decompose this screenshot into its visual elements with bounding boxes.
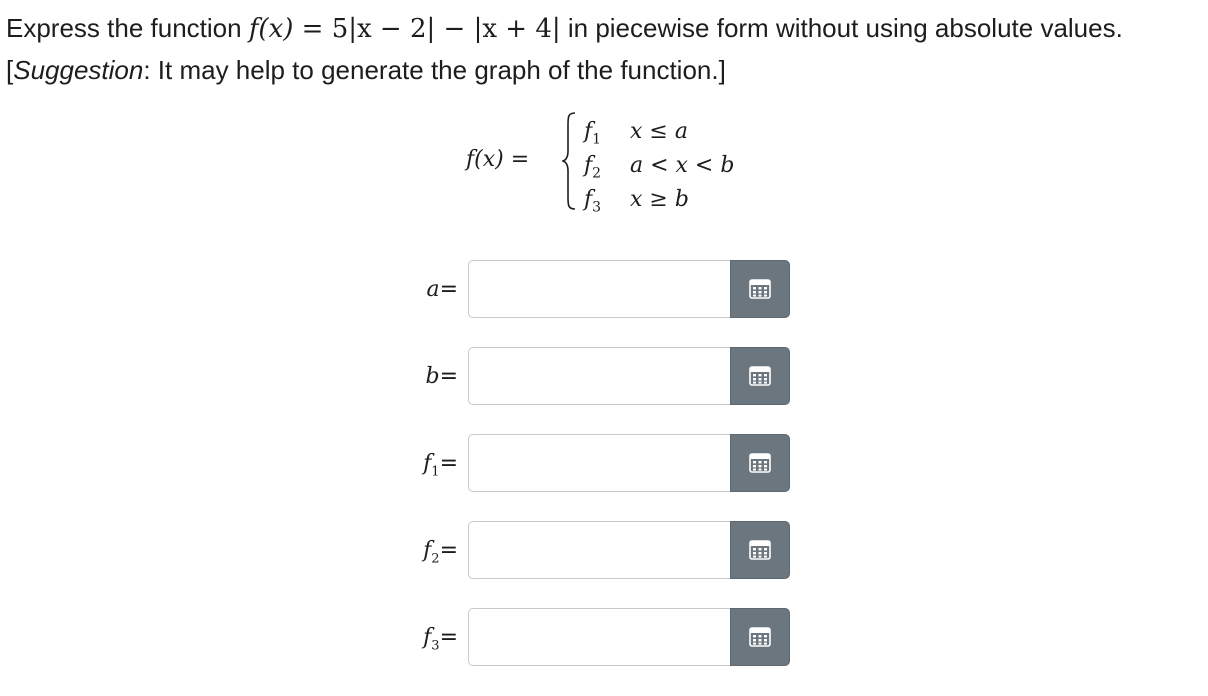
piecewise-row-2: f2 a < x < b: [584, 153, 734, 181]
answer-label-f1: f1=: [423, 451, 458, 480]
answer-label-a: a=: [426, 277, 458, 302]
answer-row-a: a=: [380, 260, 800, 320]
answer-row-f2: f2=: [380, 521, 800, 581]
suggestion-label: Suggestion: [13, 55, 144, 85]
answer-label-f3: f3=: [423, 625, 458, 654]
prompt-line-2: [Suggestion: It may help to generate the…: [6, 55, 726, 85]
piecewise-row-3: f3 x ≥ b: [584, 187, 689, 215]
piecewise-condition: a < x < b: [630, 153, 735, 178]
answer-input-b[interactable]: [468, 347, 730, 405]
piecewise-fn: f1: [584, 119, 602, 148]
answer-row-f1: f1=: [380, 434, 800, 494]
keypad-grid-icon: [749, 279, 771, 299]
prompt-text-prefix: Express the function: [6, 13, 249, 43]
keypad-grid-icon: [749, 540, 771, 560]
prompt-line-1: Express the function f(x) = 5|x − 2| − |…: [6, 8, 1202, 50]
keypad-button-f3[interactable]: [730, 608, 790, 666]
prompt-text-suffix: in piecewise form without using absolute…: [560, 13, 1123, 43]
answer-input-f3[interactable]: [468, 608, 730, 666]
problem-prompt: Express the function f(x) = 5|x − 2| − |…: [6, 8, 1202, 91]
suggestion-text: : It may help to generate the graph of t…: [143, 55, 726, 85]
left-brace-icon: [562, 112, 576, 210]
keypad-button-f2[interactable]: [730, 521, 790, 579]
piecewise-condition: x ≥ b: [630, 187, 689, 212]
answer-input-f2[interactable]: [468, 521, 730, 579]
keypad-grid-icon: [749, 627, 771, 647]
answer-input-a[interactable]: [468, 260, 730, 318]
keypad-grid-icon: [749, 366, 771, 386]
answer-row-b: b=: [380, 347, 800, 407]
keypad-button-a[interactable]: [730, 260, 790, 318]
keypad-button-f1[interactable]: [730, 434, 790, 492]
answer-label-f2: f2=: [423, 538, 458, 567]
function-lhs: f(x): [248, 14, 294, 44]
keypad-grid-icon: [749, 453, 771, 473]
answer-input-f1[interactable]: [468, 434, 730, 492]
piecewise-definition: f(x) = f1 x ≤ a f2 a < x < b f3 x ≥ b: [466, 112, 766, 215]
piecewise-lhs: f(x) =: [466, 147, 530, 172]
answer-row-f3: f3=: [380, 608, 800, 668]
answer-label-b: b=: [425, 364, 458, 389]
piecewise-fn: f2: [584, 153, 602, 182]
piecewise-fn: f3: [584, 187, 602, 216]
piecewise-row-1: f1 x ≤ a: [584, 119, 688, 147]
keypad-button-b[interactable]: [730, 347, 790, 405]
function-rhs: = 5|x − 2| − |x + 4|: [301, 14, 561, 44]
piecewise-condition: x ≤ a: [630, 119, 688, 144]
